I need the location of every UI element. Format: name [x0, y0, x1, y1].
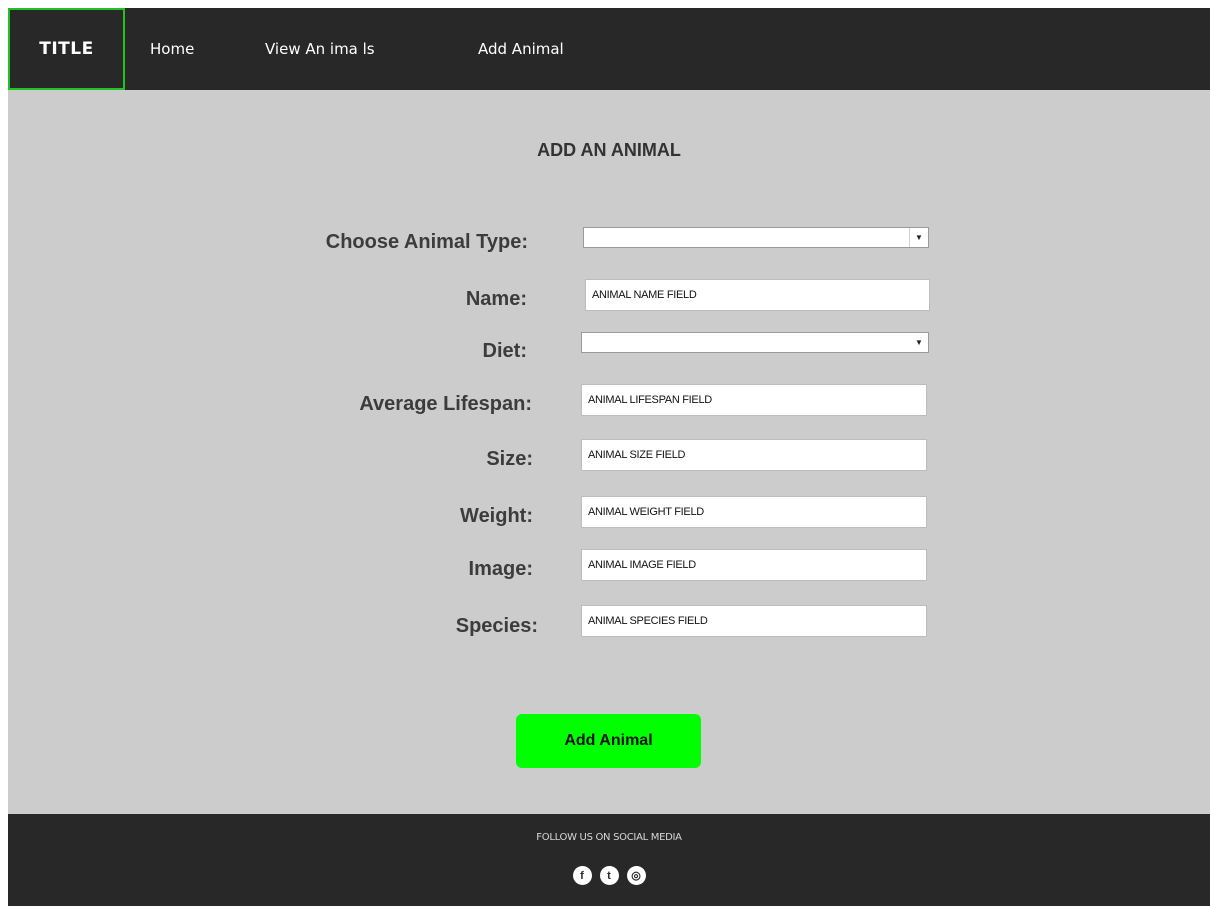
- facebook-icon[interactable]: f: [572, 866, 592, 885]
- chevron-down-icon: ▼: [909, 228, 928, 247]
- nav-link-home[interactable]: Home: [150, 8, 194, 90]
- size-field[interactable]: ANIMAL SIZE FIELD: [581, 439, 927, 471]
- size-label: Size:: [486, 448, 533, 470]
- brand-title[interactable]: TITLE: [8, 8, 125, 90]
- name-field[interactable]: ANIMAL NAME FIELD: [585, 279, 930, 311]
- diet-select[interactable]: ▼: [581, 332, 929, 353]
- weight-label: Weight:: [460, 505, 533, 527]
- lifespan-field[interactable]: ANIMAL LIFESPAN FIELD: [581, 384, 927, 416]
- nav-link-view-animals[interactable]: View An ima ls: [265, 8, 375, 90]
- diet-label: Diet:: [482, 340, 527, 362]
- lifespan-label: Average Lifespan:: [359, 393, 532, 415]
- image-field[interactable]: ANIMAL IMAGE FIELD: [581, 549, 927, 581]
- social-links: f t ◎: [8, 866, 1210, 885]
- page-title: ADD AN ANIMAL: [537, 140, 681, 160]
- chevron-down-icon: ▼: [915, 338, 923, 347]
- follow-us-text: FOLLOW US ON SOCIAL MEDIA: [536, 832, 682, 843]
- animal-type-label: Choose Animal Type:: [325, 231, 528, 253]
- weight-field[interactable]: ANIMAL WEIGHT FIELD: [581, 496, 927, 528]
- twitter-icon[interactable]: t: [599, 866, 619, 885]
- species-label: Species:: [455, 615, 538, 637]
- page-frame: TITLE Home View An ima ls Add Animal ADD…: [8, 8, 1210, 906]
- dribbble-icon[interactable]: ◎: [626, 866, 646, 885]
- animal-type-select[interactable]: ▼: [583, 227, 929, 248]
- footer: FOLLOW US ON SOCIAL MEDIA f t ◎: [8, 814, 1210, 906]
- top-navbar: TITLE Home View An ima ls Add Animal: [8, 8, 1210, 90]
- image-label: Image:: [468, 558, 533, 580]
- species-field[interactable]: ANIMAL SPECIES FIELD: [581, 605, 927, 637]
- nav-link-add-animal[interactable]: Add Animal: [478, 8, 564, 90]
- name-label: Name:: [465, 288, 527, 310]
- add-animal-button[interactable]: Add Animal: [516, 714, 701, 768]
